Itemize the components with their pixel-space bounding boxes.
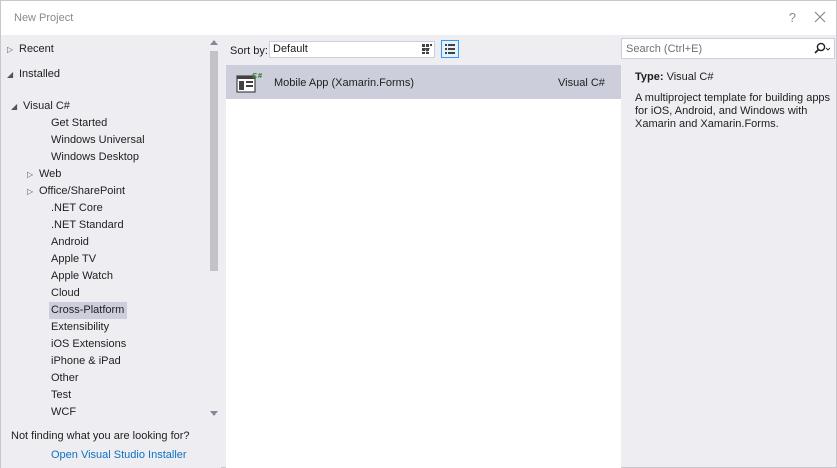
tree-item[interactable]: ◢ Installed	[7, 66, 60, 83]
tree-item[interactable]: Extensibility	[51, 319, 109, 336]
sort-toolbar: Sort by: Default	[222, 35, 621, 65]
tree-item-label: .NET Standard	[51, 219, 124, 231]
tree-item-label: Extensibility	[51, 321, 110, 333]
tree-item-label: Apple TV	[51, 253, 97, 265]
tree-item[interactable]: ▷ Office/SharePoint	[27, 183, 125, 200]
new-project-dialog: New Project ? ▷ Recent ◢ Installed ◢ Visual C…	[0, 0, 837, 468]
tree-item-label: Windows Universal	[51, 134, 145, 146]
tree-item[interactable]: Get Started	[51, 115, 107, 132]
tree-item-label: Get Started	[51, 117, 108, 129]
tree-item-label: Cross-Platform	[51, 304, 125, 316]
tree-item-label: .NET Core	[51, 202, 103, 214]
type-label: Type:	[635, 71, 664, 83]
tree-item-label: Test	[51, 389, 72, 401]
tree-item[interactable]: Other	[51, 370, 79, 387]
search-box[interactable]: Search (Ctrl+E)	[621, 38, 835, 59]
svg-text:C#: C#	[252, 72, 262, 80]
title-bar: New Project ?	[1, 1, 836, 35]
close-button[interactable]	[810, 7, 830, 27]
tree-item-label: Recent	[19, 43, 54, 55]
tree-item[interactable]: Windows Universal	[51, 132, 145, 149]
tree-item[interactable]: Apple TV	[51, 251, 96, 268]
tree-item-label: Cloud	[51, 287, 80, 299]
template-list: C# Mobile App (Xamarin.Forms) Visual C#	[226, 65, 621, 468]
tree-item[interactable]: iOS Extensions	[51, 336, 126, 353]
list-view-icon	[445, 44, 455, 54]
tree-item-label: Office/SharePoint	[39, 185, 126, 197]
scroll-thumb[interactable]	[210, 51, 218, 271]
expand-arrow-icon[interactable]: ▷	[27, 183, 39, 200]
template-category-pane: ▷ Recent ◢ Installed ◢ Visual C# Get Started Wi…	[1, 35, 221, 468]
expand-arrow-icon[interactable]: ▷	[7, 41, 19, 58]
category-tree: ▷ Recent ◢ Installed ◢ Visual C# Get Started Wi…	[1, 35, 207, 421]
sort-by-label: Sort by:	[230, 45, 268, 57]
tree-item[interactable]: Apple Watch	[51, 268, 113, 285]
tree-item-label: iOS Extensions	[51, 338, 127, 350]
tree-item-label: Installed	[19, 68, 60, 80]
tree-item[interactable]: Android	[51, 234, 89, 251]
help-button[interactable]: ?	[789, 10, 796, 25]
tree-scrollbar[interactable]	[207, 35, 221, 421]
list-view-button[interactable]	[441, 40, 459, 58]
collapse-arrow-icon[interactable]: ◢	[11, 98, 23, 115]
tree-item-label: Android	[51, 236, 89, 248]
tree-item-label: WCF	[51, 406, 77, 418]
not-finding-text: Not finding what you are looking for?	[11, 430, 190, 442]
tree-item[interactable]: ▷ Recent	[7, 41, 54, 58]
tree-item-label: Apple Watch	[51, 270, 113, 282]
tree-item[interactable]: Cloud	[51, 285, 80, 302]
sort-by-dropdown[interactable]: Default	[269, 41, 435, 58]
template-row[interactable]: C# Mobile App (Xamarin.Forms) Visual C#	[226, 65, 621, 99]
template-language: Visual C#	[558, 77, 605, 89]
template-name: Mobile App (Xamarin.Forms)	[274, 77, 414, 89]
window-title: New Project	[14, 12, 74, 24]
tree-item[interactable]: Windows Desktop	[51, 149, 139, 166]
tree-item[interactable]: ◢ Visual C#	[11, 98, 70, 115]
tree-item[interactable]: ▷ Web	[27, 166, 61, 183]
small-icons-view-button[interactable]	[418, 40, 436, 58]
tree-item[interactable]: Workflow	[51, 419, 96, 421]
xamarin-forms-template-icon: C#	[236, 70, 263, 97]
tree-item-label: Windows Desktop	[51, 151, 140, 163]
template-type-line: Type: Visual C#	[635, 71, 835, 83]
search-input[interactable]: Search (Ctrl+E)	[626, 43, 702, 55]
tree-item[interactable]: .NET Core	[51, 200, 103, 217]
scroll-down-icon[interactable]	[210, 411, 218, 416]
sort-by-value: Default	[273, 43, 308, 55]
grid-view-icon	[422, 44, 432, 54]
collapse-arrow-icon[interactable]: ◢	[7, 66, 19, 83]
expand-arrow-icon[interactable]: ▷	[27, 166, 39, 183]
tree-item[interactable]: .NET Standard	[51, 217, 124, 234]
template-description: A multiproject template for building app…	[635, 92, 831, 130]
open-installer-link[interactable]: Open Visual Studio Installer	[51, 449, 187, 461]
tree-item[interactable]: Test	[51, 387, 71, 404]
tree-item-label: Visual C#	[23, 100, 70, 112]
tree-item-label: Web	[39, 168, 62, 180]
search-icon[interactable]	[812, 41, 831, 60]
tree-item-label: Other	[51, 372, 79, 384]
type-value: Visual C#	[666, 71, 714, 83]
close-icon	[814, 11, 826, 23]
tree-item-label: iPhone & iPad	[51, 355, 121, 367]
tree-item[interactable]: Cross-Platform	[49, 302, 128, 319]
tree-item[interactable]: iPhone & iPad	[51, 353, 121, 370]
scroll-up-icon[interactable]	[210, 40, 218, 45]
template-details: Type: Visual C# A multiproject template …	[635, 71, 835, 131]
